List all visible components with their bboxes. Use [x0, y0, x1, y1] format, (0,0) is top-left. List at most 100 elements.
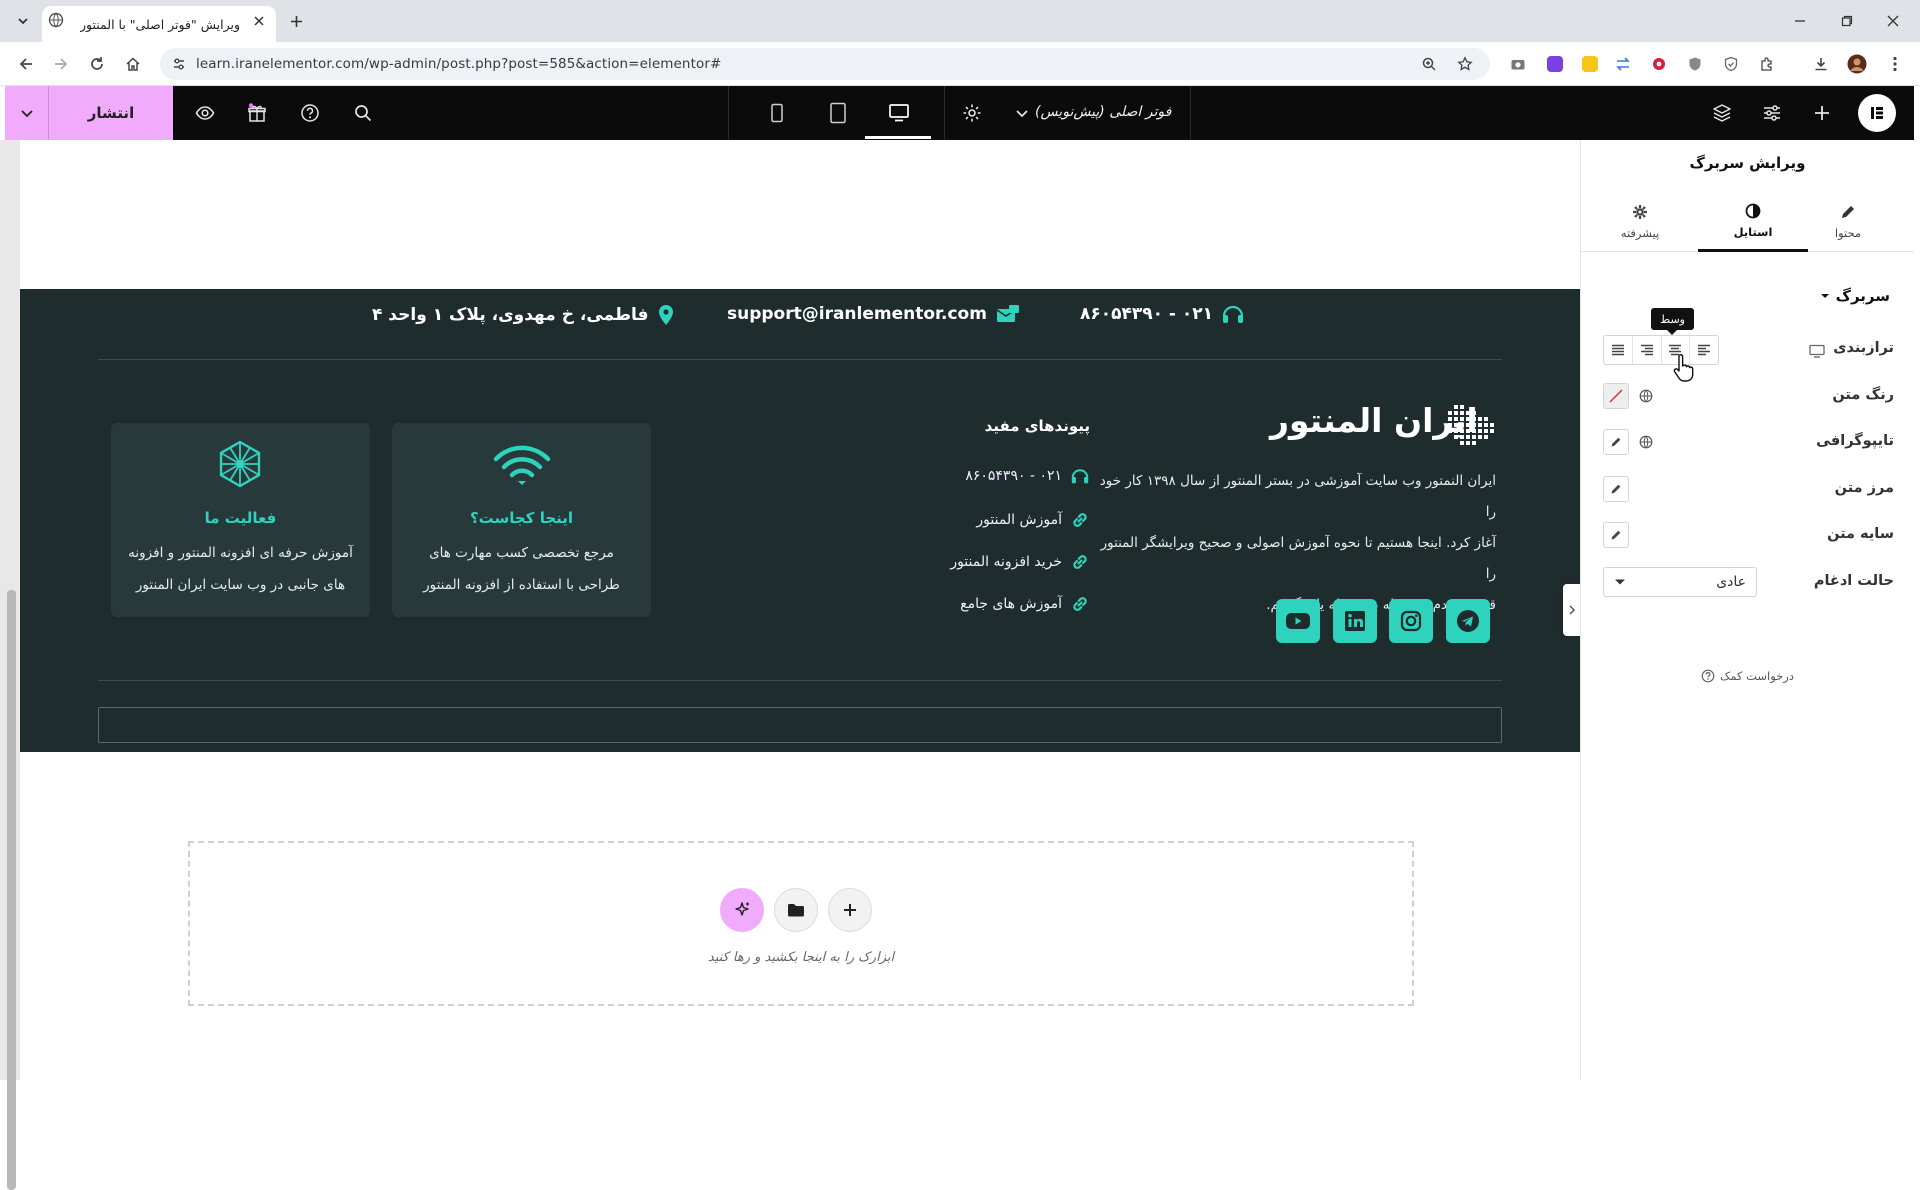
telegram-button[interactable]: [1446, 599, 1490, 643]
new-tab-icon[interactable]: [283, 8, 309, 34]
text-shadow-edit-button[interactable]: [1603, 522, 1629, 548]
about-line: آغاز کرد. اینجا هستیم تا نحوه آموزش اصول…: [1100, 535, 1496, 582]
tab-close-icon[interactable]: [246, 8, 272, 34]
minimize-icon[interactable]: [1787, 8, 1813, 34]
screenshot-extension-icon[interactable]: [1505, 51, 1531, 77]
tab-favicon-icon: [48, 12, 64, 28]
instagram-button[interactable]: [1389, 599, 1433, 643]
tab-label: استایل: [1733, 224, 1773, 239]
folder-icon: [788, 904, 804, 917]
browser-menu-icon[interactable]: [1882, 51, 1908, 77]
youtube-button[interactable]: [1276, 599, 1320, 643]
forward-icon[interactable]: [48, 51, 74, 77]
desktop-device-icon[interactable]: [884, 98, 914, 128]
global-typography-button[interactable]: [1633, 429, 1659, 455]
linkedin-button[interactable]: [1333, 599, 1377, 643]
footer-address[interactable]: فاطمی، خ مهدوی، پلاک ۱ واحد ۴: [372, 303, 676, 327]
blend-mode-select[interactable]: عادی: [1603, 567, 1757, 597]
extension-red-icon[interactable]: [1646, 51, 1672, 77]
right-align-button[interactable]: [1633, 336, 1662, 364]
link-complete-courses[interactable]: آموزش های جامع: [820, 594, 1090, 614]
tab-content[interactable]: محتوا: [1793, 192, 1903, 252]
close-window-icon[interactable]: [1880, 8, 1906, 34]
question-circle-icon: [1701, 669, 1715, 683]
left-align-button[interactable]: [1690, 336, 1718, 364]
help-circle-icon[interactable]: [295, 98, 325, 128]
page-settings-gear-icon[interactable]: [957, 98, 987, 128]
structure-layers-icon[interactable]: [1707, 98, 1737, 128]
plus-icon: [844, 904, 856, 916]
copyright-widget-placeholder[interactable]: [98, 707, 1502, 743]
text-stroke-edit-button[interactable]: [1603, 476, 1629, 502]
pencil-icon: [1611, 530, 1621, 540]
extensions-puzzle-icon[interactable]: [1754, 51, 1780, 77]
address-bar[interactable]: learn.iranelementor.com/wp-admin/post.ph…: [160, 48, 1490, 80]
info-card-activity[interactable]: فعالیت ما آموزش حرفه ای افزونه المنتور و…: [111, 423, 370, 617]
restore-icon[interactable]: [1834, 8, 1860, 34]
link-buy-plugin[interactable]: خرید افزونه المنتور: [820, 552, 1090, 572]
gear-icon: [1633, 205, 1647, 219]
footer-address-text: فاطمی، خ مهدوی، پلاک ۱ واحد ۴: [372, 305, 649, 325]
browser-tab[interactable]: ویرایش "فوتر اصلی" با المنتور: [42, 6, 276, 42]
publish-options-chevron-icon[interactable]: [5, 86, 49, 140]
profile-avatar[interactable]: [1844, 51, 1870, 77]
preview-eye-icon[interactable]: [190, 98, 220, 128]
no-color-icon: [1609, 389, 1623, 403]
home-icon[interactable]: [120, 51, 146, 77]
info-card-where[interactable]: اینجا کجاست؟ مرجع تخصصی کسب مهارت های طر…: [392, 423, 651, 617]
justify-align-button[interactable]: [1604, 336, 1633, 364]
card-line: طراحی با استفاده از افزونه المنتور: [423, 577, 620, 593]
align-tooltip: وسط: [1651, 308, 1694, 335]
section-heading-toggle[interactable]: سربرگ: [1820, 287, 1890, 305]
dropzone-label: ابزارک را به اینجا بکشید و رها کنید: [707, 950, 895, 965]
document-title-chevron-icon[interactable]: [1007, 98, 1037, 128]
text-color-swatch[interactable]: [1603, 383, 1629, 409]
mobile-device-icon[interactable]: [762, 98, 792, 128]
add-section-dropzone[interactable]: ابزارک را به اینجا بکشید و رها کنید: [188, 841, 1414, 1006]
card-line: آموزش حرفه ای افزونه المنتور و افزونه: [128, 545, 353, 561]
global-colors-button[interactable]: [1633, 383, 1659, 409]
zoom-icon[interactable]: [1416, 51, 1442, 77]
card-title: فعالیت ما: [204, 509, 277, 527]
downloads-icon[interactable]: [1808, 51, 1834, 77]
bookmark-star-icon[interactable]: [1452, 51, 1478, 77]
tab-list-chevron-icon[interactable]: [10, 8, 36, 34]
extension-arrows-icon[interactable]: [1610, 51, 1636, 77]
tab-style[interactable]: استایل: [1698, 192, 1808, 252]
add-template-folder-button[interactable]: [774, 888, 818, 932]
desktop-responsive-icon[interactable]: [1809, 344, 1825, 358]
canvas-scrollbar-thumb[interactable]: [7, 590, 16, 1190]
extension-shield-icon[interactable]: [1682, 51, 1708, 77]
help-label: درخواست کمک: [1720, 669, 1794, 683]
whats-new-gift-icon[interactable]: [242, 98, 272, 128]
help-request-link[interactable]: درخواست کمک: [1581, 669, 1914, 683]
link-phone[interactable]: ۰۲۱ - ۸۶۰۵۴۳۹۰: [820, 467, 1090, 485]
section-title: سربرگ: [1835, 287, 1890, 305]
tablet-device-icon[interactable]: [823, 98, 853, 128]
link-elementor-training[interactable]: آموزش المنتور: [820, 510, 1090, 530]
alignment-label: ترازبندی: [1833, 340, 1894, 356]
document-title[interactable]: فوتر اصلی (پیش‌نویس): [1035, 104, 1171, 120]
footer-email-text: support@iranlementor.com: [727, 304, 987, 324]
footer-email[interactable]: support@iranlementor.com: [727, 303, 1021, 325]
canvas-scrollbar[interactable]: [0, 140, 20, 1190]
typography-edit-button[interactable]: [1603, 429, 1629, 455]
text-shadow-label: سایه متن: [1827, 526, 1894, 542]
ai-sparkle-button[interactable]: [720, 888, 764, 932]
reload-icon[interactable]: [84, 51, 110, 77]
site-settings-sliders-icon[interactable]: [1757, 98, 1787, 128]
tab-advanced[interactable]: پیشرفته: [1585, 192, 1695, 252]
back-icon[interactable]: [13, 51, 39, 77]
extension-yellow-icon[interactable]: [1582, 56, 1598, 72]
search-icon[interactable]: [348, 98, 378, 128]
elementor-logo-icon[interactable]: [1858, 94, 1896, 132]
publish-button[interactable]: انتشار: [49, 86, 173, 140]
extension-shield-outline-icon[interactable]: [1718, 51, 1744, 77]
footer-phone[interactable]: ۰۲۱ - ۸۶۰۵۴۳۹۰: [1080, 303, 1245, 325]
add-section-plus-button[interactable]: [828, 888, 872, 932]
site-info-icon[interactable]: [166, 51, 192, 77]
add-element-plus-icon[interactable]: [1807, 98, 1837, 128]
panel-collapse-toggle[interactable]: [1563, 584, 1581, 636]
extension-purple-icon[interactable]: [1547, 56, 1563, 72]
footer-section[interactable]: ۰۲۱ - ۸۶۰۵۴۳۹۰ support@iranlementor.com …: [20, 289, 1580, 752]
